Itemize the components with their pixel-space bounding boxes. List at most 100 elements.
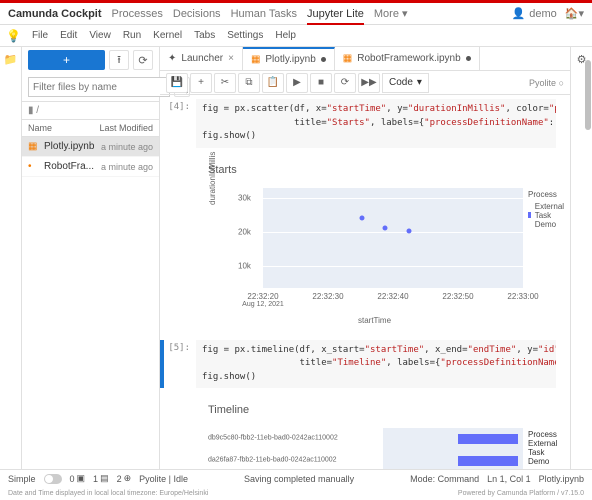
timeline-bar[interactable] — [458, 456, 518, 466]
y-tick: 20k — [238, 227, 251, 236]
tab-robot[interactable]: ▦ RobotFramework.ipynb — [335, 47, 480, 70]
notebook-icon: ▦ — [343, 53, 352, 64]
y-tick: da26fa87-fbb2-11eb-bad0-0242ac110002 — [208, 457, 337, 464]
menu-tabs[interactable]: Tabs — [189, 28, 220, 43]
file-row[interactable]: • RobotFra... a minute ago — [22, 157, 159, 177]
user-menu[interactable]: 👤 demo — [512, 7, 557, 20]
copy-button[interactable]: ⧉ — [238, 73, 260, 93]
upload-icon[interactable]: ⭱ — [109, 50, 129, 70]
nav-more[interactable]: More ▾ — [374, 7, 408, 20]
y-tick: db9c5c80-fbb2-11eb-bad0-0242ac110002 — [208, 435, 338, 442]
simple-toggle[interactable] — [44, 474, 62, 484]
celltype-select[interactable]: Code ▾ — [382, 73, 429, 93]
celltype-label: Code — [389, 77, 413, 88]
chart-title: Starts — [208, 164, 546, 176]
stop-button[interactable]: ■ — [310, 73, 332, 93]
launcher-icon: ✦ — [168, 53, 176, 64]
nav-processes[interactable]: Processes — [112, 8, 163, 20]
legend-swatch — [528, 212, 531, 218]
x-tick: 22:32:50 — [442, 292, 473, 301]
tab-bar: ✦ Launcher × ▦ Plotly.ipynb ▦ RobotFrame… — [160, 47, 570, 71]
consoles-count[interactable]: 2 ⊕ — [117, 473, 132, 484]
menu-settings[interactable]: Settings — [222, 28, 268, 43]
user-icon: 👤 — [512, 7, 526, 20]
nav-human-tasks[interactable]: Human Tasks — [231, 8, 297, 20]
simple-label: Simple — [8, 474, 36, 484]
col-modified: Last Modified — [99, 123, 153, 133]
menu-kernel[interactable]: Kernel — [148, 28, 187, 43]
breadcrumb[interactable]: ▮ / — [22, 102, 159, 120]
menu-bar: 💡 File Edit View Run Kernel Tabs Setting… — [0, 25, 592, 47]
editor-mode[interactable]: Mode: Command — [410, 474, 479, 484]
restart-button[interactable]: ⟳ — [334, 73, 356, 93]
chart-title: Timeline — [208, 404, 546, 416]
file-modified: a minute ago — [101, 142, 153, 152]
cell-code[interactable]: fig = px.timeline(df, x_start="startTime… — [196, 340, 556, 389]
kernels-count[interactable]: 1 ▤ — [93, 473, 109, 484]
tab-launcher[interactable]: ✦ Launcher × — [160, 47, 243, 70]
app-header: Camunda Cockpit Processes Decisions Huma… — [0, 3, 592, 25]
paste-button[interactable]: 📋 — [262, 73, 284, 93]
active-file: Plotly.ipynb — [539, 474, 584, 484]
data-point[interactable] — [359, 215, 364, 220]
scatter-plot[interactable]: durationInMillis 30k 20k 10k — [208, 180, 546, 330]
nav-decisions[interactable]: Decisions — [173, 8, 221, 20]
y-tick: 30k — [238, 193, 251, 202]
menu-view[interactable]: View — [84, 28, 116, 43]
powered-by: Powered by Camunda Platform / v7.15.0 — [458, 490, 584, 497]
timeline-bar[interactable] — [458, 434, 518, 444]
file-row[interactable]: ▦ Plotly.ipynb a minute ago — [22, 137, 159, 157]
file-name: RobotFra... — [44, 161, 101, 172]
legend-item: External Task Demo — [535, 202, 568, 229]
run-button[interactable]: ▶ — [286, 73, 308, 93]
menu-edit[interactable]: Edit — [55, 28, 82, 43]
nav-jupyter-lite[interactable]: Jupyter Lite — [307, 8, 364, 20]
code-cell[interactable]: [4]: fig = px.scatter(df, x="startTime",… — [160, 99, 570, 148]
tab-plotly[interactable]: ▦ Plotly.ipynb — [243, 47, 335, 70]
brand: Camunda Cockpit — [8, 8, 102, 20]
data-point[interactable] — [406, 228, 411, 233]
tab-label: Plotly.ipynb — [265, 54, 315, 65]
code-cell[interactable]: [5]: fig = px.timeline(df, x_start="star… — [160, 340, 570, 389]
folder-icon[interactable]: 📁 — [4, 53, 18, 66]
kernel-label: Pyolite — [529, 78, 556, 88]
add-cell-button[interactable]: + — [190, 73, 212, 93]
notebook-icon: ▦ — [28, 141, 40, 152]
cut-button[interactable]: ✂ — [214, 73, 236, 93]
x-tick: 22:33:00 — [507, 292, 538, 301]
home-icon[interactable]: 🏠▾ — [565, 7, 584, 20]
file-browser: + ⭱ ⟳ 🔍 ▮ / Name Last Modified ▦ Plotly.… — [22, 47, 160, 477]
filter-input[interactable] — [28, 77, 170, 97]
menu-file[interactable]: File — [27, 28, 53, 43]
new-launcher-button[interactable]: + — [28, 50, 105, 70]
notebook-icon: ▦ — [251, 54, 260, 65]
bulb-icon[interactable]: 💡 — [6, 29, 21, 43]
output-cell: Timeline db9c5c80-fbb2-11eb-bad0-0242ac1… — [160, 394, 570, 477]
kernel-status[interactable]: Pyolite | Idle — [139, 474, 188, 484]
left-rail: 📁 — [0, 47, 22, 477]
save-button[interactable]: 💾 — [166, 73, 188, 93]
legend-item: External Task Demo — [528, 439, 557, 466]
x-axis-label: startTime — [358, 316, 391, 325]
cell-prompt: [4]: — [164, 99, 196, 148]
chart-legend[interactable]: Process External Task Demo — [528, 430, 557, 466]
y-axis-label: durationInMillis — [208, 151, 217, 204]
x-tick: 22:32:30 — [312, 292, 343, 301]
menu-run[interactable]: Run — [118, 28, 146, 43]
run-all-button[interactable]: ▶▶ — [358, 73, 380, 93]
terminals-count[interactable]: 0 ▣ — [70, 473, 86, 484]
chart-legend[interactable]: Process External Task Demo — [528, 190, 567, 229]
data-point[interactable] — [383, 225, 388, 230]
tab-label: Launcher — [181, 53, 223, 64]
footer: Date and Time displayed in local local t… — [0, 487, 592, 500]
notebook-body[interactable]: [4]: fig = px.scatter(df, x="startTime",… — [160, 95, 570, 477]
legend-title: Process — [528, 430, 557, 439]
status-message: Saving completed manually — [196, 474, 402, 484]
close-icon[interactable]: × — [228, 53, 234, 64]
menu-help[interactable]: Help — [270, 28, 301, 43]
output-cell: Starts durationInMillis 30k 20k 10k — [160, 154, 570, 334]
cursor-pos[interactable]: Ln 1, Col 1 — [487, 474, 531, 484]
kernel-indicator[interactable]: Pyolite ○ — [529, 78, 564, 88]
cell-code[interactable]: fig = px.scatter(df, x="startTime", y="d… — [196, 99, 556, 148]
refresh-icon[interactable]: ⟳ — [133, 50, 153, 70]
